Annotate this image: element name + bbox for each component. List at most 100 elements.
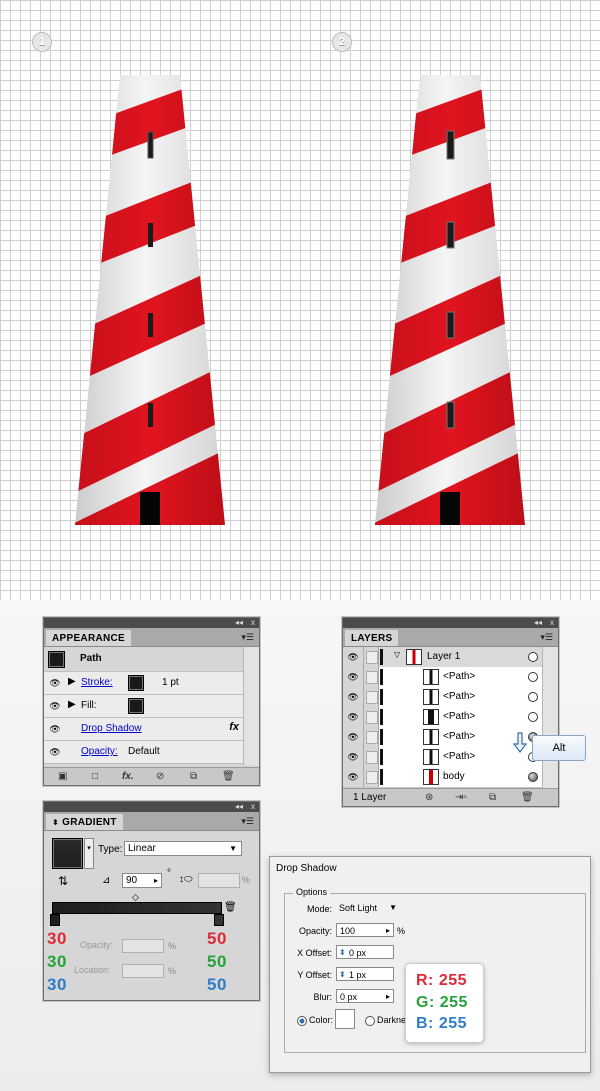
collapse-icon[interactable]: ◂◂ [534, 618, 542, 628]
lock-toggle[interactable] [364, 727, 379, 747]
gradient-dropdown-arrow[interactable]: ▾ [84, 838, 94, 869]
delete-stop-icon[interactable]: 🗑 [224, 902, 237, 913]
eye-icon[interactable]: 👁 [343, 687, 364, 707]
trash-icon[interactable]: 🗑 [222, 771, 235, 782]
trash-icon[interactable]: 🗑 [521, 792, 534, 803]
target-circle-icon[interactable] [528, 712, 538, 722]
eye-icon[interactable]: 👁 [343, 667, 364, 687]
add-stroke-icon[interactable]: ▣ [58, 771, 67, 782]
vertical-scrollbar[interactable] [542, 647, 558, 788]
eye-icon[interactable]: 👁 [343, 727, 364, 747]
stop-opacity-input[interactable] [122, 939, 164, 953]
clear-appearance-icon[interactable]: ⊘ [156, 771, 164, 782]
make-clipping-mask-icon[interactable]: ⇥▫ [455, 792, 467, 803]
add-effect-icon[interactable]: fx. [122, 771, 134, 782]
darkness-radio[interactable] [365, 1016, 375, 1026]
path-row[interactable]: 👁 <Path> [343, 667, 542, 688]
stepper-icon[interactable]: ▸ [386, 924, 390, 938]
stop-location-input[interactable] [122, 964, 164, 978]
panel-menu-icon[interactable]: ▾☰ [241, 816, 254, 827]
stepper-arrows-icon[interactable]: ⬍ [52, 818, 59, 827]
eye-icon[interactable]: 👁 [343, 707, 364, 727]
eye-icon[interactable]: 👁 [343, 767, 364, 787]
eye-icon[interactable]: 👁 [343, 647, 364, 667]
shadow-color-swatch[interactable] [335, 1009, 355, 1029]
gradient-slider-bar[interactable] [52, 902, 222, 914]
close-icon[interactable]: x [550, 618, 554, 628]
panel-titlebar[interactable]: ◂◂ x [343, 618, 558, 628]
lock-toggle[interactable] [364, 707, 379, 727]
lock-toggle[interactable] [364, 767, 379, 787]
blur-input[interactable]: 0 px ▸ [336, 989, 394, 1003]
eye-icon[interactable]: 👁 [48, 699, 62, 713]
add-fill-icon[interactable]: □ [92, 771, 98, 782]
mode-select[interactable]: Soft Light ▼ [336, 901, 399, 915]
tab-appearance[interactable]: APPEARANCE [46, 630, 132, 646]
path-row[interactable]: 👁 <Path> [343, 687, 542, 708]
close-icon[interactable]: x [251, 618, 255, 628]
locate-object-icon[interactable]: ⊛ [425, 792, 433, 803]
fill-swatch[interactable] [128, 698, 144, 714]
stroke-row[interactable]: 👁 ▶ Stroke: 1 pt [44, 672, 243, 695]
collapse-icon[interactable]: ◂◂ [235, 618, 243, 628]
tab-layers[interactable]: LAYERS [345, 630, 399, 646]
target-circle-icon[interactable] [528, 652, 538, 662]
tab-gradient[interactable]: ⬍ GRADIENT [46, 814, 123, 830]
target-circle-icon[interactable] [528, 672, 538, 682]
lock-toggle[interactable] [364, 647, 379, 667]
reverse-gradient-icon[interactable]: ⇅ [58, 874, 68, 888]
appearance-header-row[interactable]: Path [44, 647, 243, 672]
close-icon[interactable]: x [251, 802, 255, 812]
path-row[interactable]: 👁 <Path> [343, 707, 542, 728]
gradient-preview-swatch[interactable] [52, 838, 83, 869]
aspect-ratio-input[interactable] [198, 873, 240, 888]
right-color-stop[interactable] [214, 914, 224, 926]
layer-row[interactable]: 👁 ▽ Layer 1 [343, 647, 542, 668]
vertical-scrollbar[interactable] [243, 647, 259, 765]
y-offset-input[interactable]: ⬍ 1 px [336, 967, 394, 981]
eye-icon[interactable]: 👁 [48, 745, 62, 759]
opacity-link[interactable]: Opacity: [81, 746, 118, 757]
x-offset-input[interactable]: ⬍ 0 px [336, 945, 394, 959]
target-circle-icon[interactable] [528, 772, 538, 782]
left-color-stop[interactable] [50, 914, 60, 926]
stepper-icon[interactable]: ▸ [386, 990, 390, 1004]
eye-icon[interactable]: 👁 [343, 747, 364, 767]
layer-color-bar [380, 769, 383, 785]
stroke-link[interactable]: Stroke: [81, 677, 113, 688]
body-row[interactable]: 👁 body [343, 767, 542, 788]
drop-shadow-row[interactable]: 👁 Drop Shadow fx [44, 718, 243, 741]
eye-icon[interactable]: 👁 [48, 722, 62, 736]
rgb-g: G: 255 [416, 994, 468, 1011]
eye-icon[interactable]: 👁 [48, 676, 62, 690]
opacity-input[interactable]: 100 ▸ [336, 923, 394, 937]
panel-menu-icon[interactable]: ▾☰ [241, 632, 254, 643]
new-sublayer-icon[interactable]: ⧉ [489, 792, 496, 803]
stepper-icon[interactable]: ⬍ [339, 946, 346, 960]
panel-menu-icon[interactable]: ▾☰ [540, 632, 553, 643]
lock-toggle[interactable] [364, 687, 379, 707]
disclosure-triangle-icon[interactable]: ▶ [68, 676, 76, 687]
panel-titlebar[interactable]: ◂◂ x [44, 802, 259, 812]
fx-icon[interactable]: fx [229, 721, 239, 733]
fill-row[interactable]: 👁 ▶ Fill: [44, 695, 243, 718]
stepper-icon[interactable]: ▸ [154, 874, 158, 888]
type-select[interactable]: Linear ▼ [124, 841, 242, 856]
disclosure-triangle-icon[interactable]: ▶ [68, 699, 76, 710]
drop-shadow-link[interactable]: Drop Shadow [81, 723, 142, 734]
angle-input[interactable]: 90 ▸ [122, 873, 162, 888]
stepper-icon[interactable]: ⬍ [339, 968, 346, 982]
collapse-icon[interactable]: ◂◂ [235, 802, 243, 812]
layer-color-bar [380, 689, 383, 705]
duplicate-item-icon[interactable]: ⧉ [190, 771, 197, 782]
panel-titlebar[interactable]: ◂◂ x [44, 618, 259, 628]
lock-toggle[interactable] [364, 747, 379, 767]
color-radio[interactable] [297, 1016, 307, 1026]
expand-triangle-icon[interactable]: ▽ [394, 650, 400, 659]
stroke-swatch[interactable] [128, 675, 144, 691]
lock-toggle[interactable] [364, 667, 379, 687]
opacity-row[interactable]: 👁 Opacity: Default [44, 741, 243, 764]
path-thumbnail [423, 709, 439, 725]
layer-name: Layer 1 [427, 651, 461, 662]
target-circle-icon[interactable] [528, 692, 538, 702]
